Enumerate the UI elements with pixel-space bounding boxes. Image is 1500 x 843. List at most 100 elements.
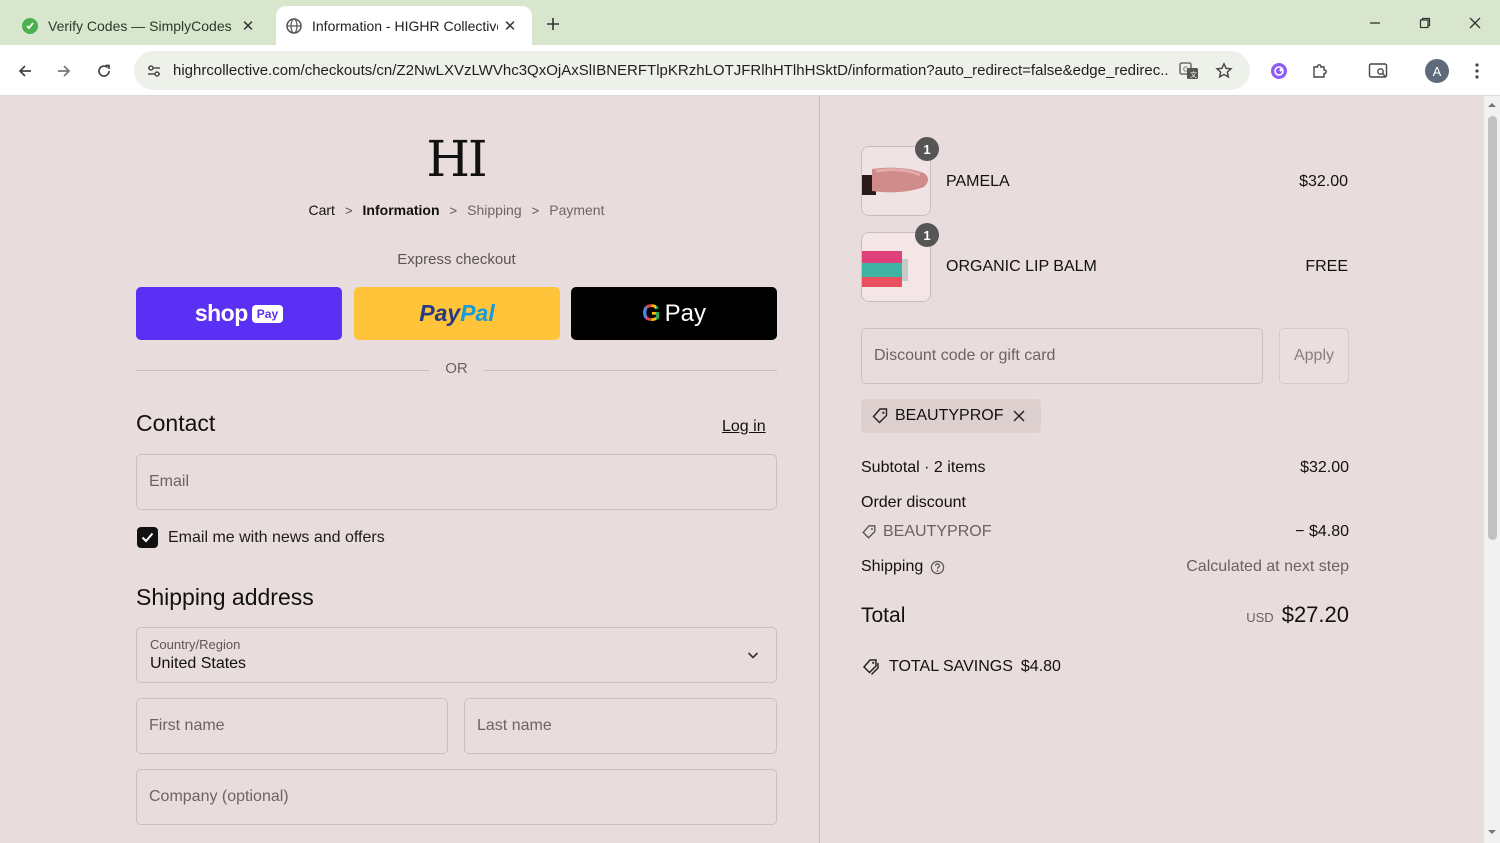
discount-code-field[interactable] [861,328,1263,384]
log-in-link[interactable]: Log in [722,418,766,436]
paypal-button[interactable]: Pay Pal [354,287,560,340]
company-field[interactable] [136,769,777,825]
back-arrow-icon[interactable] [10,56,40,86]
last-name-input[interactable] [465,699,776,753]
chevron-right-icon: > [449,202,458,218]
chevron-right-icon: > [531,202,540,218]
newsletter-checkbox[interactable] [137,527,158,548]
site-info-icon[interactable] [140,57,168,85]
google-pay-wordmark: Pay [664,299,707,327]
paypal-wordmark-pay: Pay [419,300,461,326]
subtotal-row: Subtotal · 2 items $32.00 [861,459,1349,477]
tab-title: Verify Codes — SimplyCodes [48,17,232,34]
email-field[interactable] [136,454,777,510]
shipping-value: Calculated at next step [1186,558,1349,575]
newsletter-option[interactable]: Email me with news and offers [137,527,385,548]
extension-swirl-icon[interactable] [1264,56,1294,86]
chevron-down-icon [747,652,759,659]
column-divider [819,96,820,843]
total-value: $27.20 [1281,602,1349,627]
first-name-field[interactable] [136,698,448,754]
item-price-lip-balm: FREE [1305,258,1348,275]
translate-icon[interactable]: G文 [1175,57,1203,85]
country-select[interactable]: Country/Region United States [136,627,777,683]
browser-toolbar: highrcollective.com/checkouts/cn/Z2NwLXV… [0,45,1500,96]
applied-discount-code: BEAUTYPROF [895,407,1004,424]
reading-mode-icon[interactable] [1363,56,1393,86]
applied-discount-chip: BEAUTYPROF [861,399,1042,433]
extensions-puzzle-icon[interactable] [1305,56,1335,86]
help-circle-icon[interactable] [930,560,945,575]
order-discount-row: Order discount [861,494,1349,512]
address-bar[interactable]: highrcollective.com/checkouts/cn/Z2NwLXV… [134,51,1250,90]
simplycodes-favicon-icon [22,17,38,34]
shop-pay-wordmark: shop [194,300,248,326]
savings-label: TOTAL SAVINGS [889,658,1013,675]
newsletter-label: Email me with news and offers [168,528,385,546]
profile-initial: A [1425,59,1449,83]
shipping-address-heading: Shipping address [136,584,314,610]
savings-tags-icon [862,659,879,676]
browser-menu-icon[interactable] [1462,56,1492,86]
tab-highr[interactable]: Information - HIGHR Collective ✕ [276,6,532,45]
svg-text:文: 文 [1190,70,1197,79]
svg-text:G: G [1183,66,1188,74]
last-name-field[interactable] [464,698,777,754]
shipping-row: Shipping Calculated at next step [861,558,1349,576]
subtotal-value: $32.00 [1300,459,1349,476]
total-amount: USD $27.20 [1246,602,1349,628]
quantity-badge: 1 [915,223,939,247]
remove-discount-icon[interactable] [1013,410,1025,422]
scroll-down-arrow-icon[interactable] [1487,827,1497,837]
forward-arrow-icon[interactable] [49,56,79,86]
total-label: Total [861,604,906,627]
discount-code-input[interactable] [862,329,1262,383]
breadcrumb-cart[interactable]: Cart [309,202,335,218]
globe-favicon-icon [286,17,302,34]
checkout-page: HI Cart > Information > Shipping > Payme… [0,96,1484,843]
close-window-icon[interactable] [1460,8,1490,38]
paypal-wordmark-pal: Pal [460,300,495,326]
restore-window-icon[interactable] [1410,8,1440,38]
scroll-up-arrow-icon[interactable] [1487,100,1497,110]
store-logo[interactable]: HI [400,130,512,188]
discount-code-row: BEAUTYPROF − $4.80 [861,523,1349,545]
quantity-badge: 1 [915,137,939,161]
new-tab-button[interactable] [540,11,566,37]
shop-pay-badge: Pay [251,304,284,323]
savings-value: $4.80 [1020,658,1061,675]
shipping-label: Shipping [861,558,924,575]
shop-pay-button[interactable]: shop Pay [136,287,342,340]
bookmark-star-icon[interactable] [1210,57,1238,85]
close-tab-icon[interactable]: ✕ [498,14,522,38]
order-discount-label: Order discount [861,494,966,511]
close-tab-icon[interactable]: ✕ [236,14,260,38]
item-name-lip-balm: ORGANIC LIP BALM [946,258,1097,275]
google-pay-button[interactable]: G Pay [571,287,777,340]
apply-discount-button[interactable]: Apply [1279,328,1349,384]
email-input[interactable] [137,455,776,509]
page-scrollbar[interactable] [1484,96,1500,843]
shipping-label-group: Shipping [861,558,945,576]
or-separator: OR [136,360,777,380]
tab-simplycodes[interactable]: Verify Codes — SimplyCodes ✕ [8,6,270,45]
breadcrumb: Cart > Information > Shipping > Payment [136,202,777,218]
breadcrumb-information: Information [362,202,440,218]
separator-line [484,370,777,371]
chevron-right-icon: > [344,202,353,218]
item-name-pamela: PAMELA [946,173,1010,190]
checkmark-icon [141,532,154,543]
subtotal-label: Subtotal · 2 items [861,459,986,476]
first-name-input[interactable] [137,699,447,753]
company-input[interactable] [137,770,776,824]
profile-avatar[interactable]: A [1422,56,1452,86]
total-savings: TOTAL SAVINGS $4.80 [861,657,1061,677]
minimize-window-icon[interactable] [1360,8,1390,38]
scrollbar-thumb[interactable] [1488,116,1497,540]
discount-code-name: BEAUTYPROF [883,523,992,540]
total-currency: USD [1246,610,1274,625]
reload-icon[interactable] [89,56,119,86]
breadcrumb-shipping: Shipping [467,202,522,218]
url-text[interactable]: highrcollective.com/checkouts/cn/Z2NwLXV… [173,62,1169,79]
country-value: United States [150,655,247,672]
